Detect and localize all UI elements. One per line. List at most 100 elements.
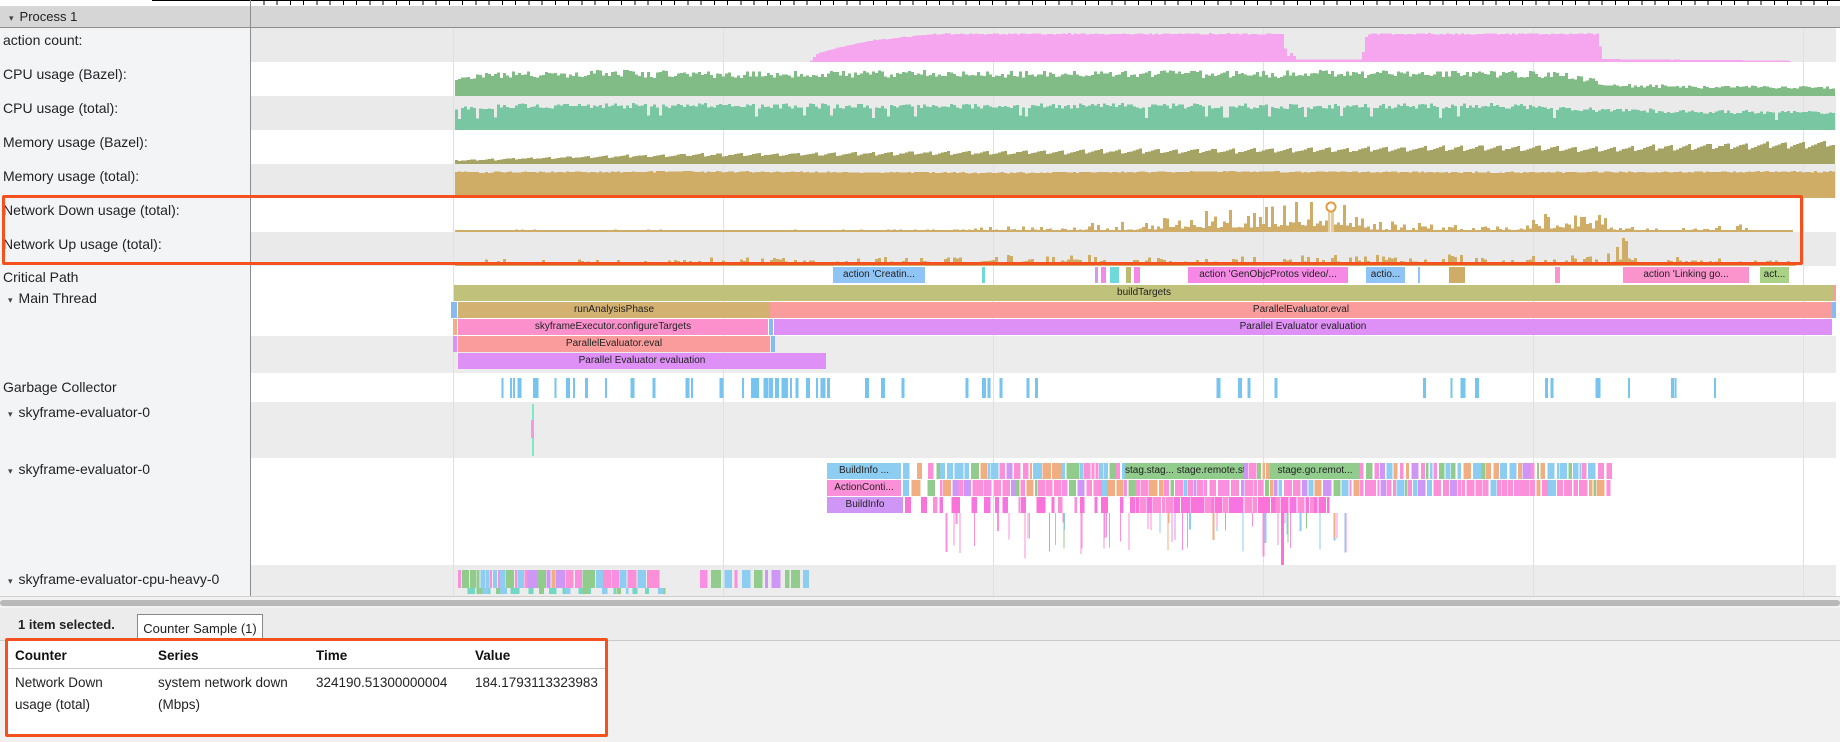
evaluator-slice[interactable]: ActionConti...: [827, 480, 901, 496]
track-name: skyframe-evaluator-0: [19, 461, 151, 477]
main-thread-slice[interactable]: ParallelEvaluator.eval: [458, 336, 770, 352]
critical-path-slice[interactable]: actio...: [1366, 267, 1405, 283]
slice-label: action 'GenObjcProtos video/...: [1199, 269, 1337, 280]
critical-path-slice[interactable]: action 'Linking go...: [1623, 267, 1749, 283]
trace-viewer: ▾Process 1 action count: CPU usage (Bazel…: [0, 0, 1840, 742]
critical-path-slice[interactable]: [1101, 267, 1106, 283]
evaluator-flame-chart[interactable]: [250, 458, 1836, 565]
main-thread-slice[interactable]: [769, 319, 773, 335]
track-name: Network Down usage (total):: [3, 202, 180, 218]
sidebar-divider[interactable]: [250, 0, 251, 596]
sidebar-track-label[interactable]: action count:: [0, 32, 251, 52]
main-thread-slice[interactable]: Parallel Evaluator evaluation: [458, 353, 826, 369]
sidebar-track-label[interactable]: ▾ skyframe-evaluator-cpu-heavy-0: [0, 571, 256, 591]
cell-counter[interactable]: Network Down usage (total): [15, 672, 140, 716]
track-area: action count: CPU usage (Bazel): CPU usage…: [0, 28, 1840, 596]
col-header-counter: Counter: [15, 648, 67, 663]
cell-value[interactable]: 184.1793113323983: [475, 672, 605, 694]
critical-path-slice[interactable]: [1110, 267, 1119, 283]
critical-path-slice[interactable]: [1126, 267, 1131, 283]
sidebar-track-label[interactable]: ▾Main Thread: [0, 290, 256, 310]
main-thread-slice[interactable]: ParallelEvaluator.eval: [770, 302, 1832, 318]
critical-path-slice[interactable]: action 'GenObjcProtos video/...: [1188, 267, 1348, 283]
main-thread-slice[interactable]: [1833, 285, 1836, 301]
slice-label: Parallel Evaluator evaluation: [1240, 321, 1367, 332]
main-thread-slice[interactable]: Parallel Evaluator evaluation: [774, 319, 1832, 335]
sidebar-track-label[interactable]: Memory usage (Bazel):: [0, 134, 251, 154]
col-header-value: Value: [475, 648, 510, 663]
col-header-series: Series: [158, 648, 199, 663]
chevron-down-icon: ▾: [9, 13, 14, 23]
chevron-down-icon: ▾: [8, 295, 13, 305]
counter-chart-mem-total[interactable]: [250, 164, 1836, 198]
chevron-down-icon: ▾: [8, 466, 13, 476]
sidebar-track-label[interactable]: Memory usage (total):: [0, 168, 251, 188]
tab-counter-sample[interactable]: Counter Sample (1): [137, 614, 263, 641]
counter-chart-action-count[interactable]: [250, 28, 1836, 62]
evaluator-slice[interactable]: BuildInfo: [827, 497, 903, 513]
track-row-background: [250, 402, 1836, 458]
track-name: skyframe-evaluator-0: [19, 404, 151, 420]
counter-chart-cpu-bazel[interactable]: [250, 62, 1836, 96]
process-header[interactable]: ▾Process 1: [0, 6, 1840, 28]
track-name: Memory usage (total):: [3, 168, 139, 184]
critical-path-slice[interactable]: [1095, 267, 1098, 283]
critical-path-slice[interactable]: [982, 267, 985, 283]
track-name: skyframe-evaluator-cpu-heavy-0: [19, 571, 220, 587]
main-thread-slice[interactable]: buildTargets: [454, 285, 1834, 301]
slice-label: act...: [1764, 269, 1786, 280]
main-thread-slice[interactable]: [771, 336, 775, 352]
slice-label: action 'Creatin...: [843, 269, 915, 280]
sidebar-track-label[interactable]: ▾ skyframe-evaluator-0: [0, 461, 256, 481]
evaluator-slice[interactable]: [531, 420, 534, 438]
slice-label: buildTargets: [1117, 287, 1171, 298]
slice-label: stag.stag... stage.remote.stage.go.remot…: [1125, 465, 1244, 476]
track-name: action count:: [3, 32, 82, 48]
slice-label: skyframeExecutor.configureTargets: [535, 321, 691, 332]
slice-label: ActionConti...: [834, 482, 893, 493]
selected-sample-marker: [1327, 203, 1336, 212]
gc-track[interactable]: [250, 373, 1836, 402]
counter-chart-mem-bazel[interactable]: [250, 130, 1836, 164]
main-thread-slice[interactable]: runAnalysisPhase: [458, 302, 770, 318]
counter-chart-network-down[interactable]: [250, 198, 1836, 232]
sidebar-track-label[interactable]: Network Up usage (total):: [0, 236, 251, 256]
track-name: Memory usage (Bazel):: [3, 134, 148, 150]
critical-path-slice[interactable]: act...: [1760, 267, 1789, 283]
critical-path-slice[interactable]: [1449, 267, 1465, 283]
sidebar-track-label[interactable]: Network Down usage (total):: [0, 202, 251, 222]
slice-label: BuildInfo ...: [839, 465, 889, 476]
sidebar-track-label[interactable]: ▾skyframe-evaluator-0: [0, 404, 256, 424]
main-thread-slice[interactable]: skyframeExecutor.configureTargets: [458, 319, 768, 335]
sidebar-track-label[interactable]: CPU usage (Bazel):: [0, 66, 251, 86]
critical-path-slice[interactable]: [1134, 267, 1140, 283]
critical-path-slice[interactable]: [1418, 267, 1420, 283]
critical-path-slice[interactable]: action 'Creatin...: [833, 267, 925, 283]
evaluator-slice[interactable]: stag.stag... stage.remote.stage.go.remot…: [1125, 463, 1244, 479]
slice-label: action 'Linking go...: [1643, 269, 1728, 280]
main-thread-slice[interactable]: [451, 302, 457, 318]
counter-chart-cpu-total[interactable]: [250, 96, 1836, 130]
chevron-down-icon: ▾: [8, 576, 13, 586]
slice-label: Parallel Evaluator evaluation: [579, 355, 706, 366]
sidebar-track-label[interactable]: CPU usage (total):: [0, 100, 251, 120]
track-name: Network Up usage (total):: [3, 236, 162, 252]
table-header-divider: [5, 668, 608, 669]
evaluator-slice[interactable]: stage.go.remot...: [1270, 463, 1360, 479]
counter-sample-table: Counter Series Time Value Network Down u…: [5, 638, 608, 737]
cell-series[interactable]: system network down (Mbps): [158, 672, 298, 716]
main-thread-slice[interactable]: [1832, 302, 1836, 318]
track-name: CPU usage (total):: [3, 100, 118, 116]
sidebar-track-label[interactable]: Garbage Collector: [0, 379, 251, 399]
main-thread-slice[interactable]: [453, 319, 457, 335]
cell-time[interactable]: 324190.51300000004: [316, 672, 466, 694]
evaluator-slice[interactable]: BuildInfo ...: [827, 463, 901, 479]
counter-chart-network-up[interactable]: [250, 232, 1836, 266]
slice-label: BuildInfo: [846, 499, 885, 510]
cpu-heavy-flame-chart[interactable]: [250, 565, 1836, 596]
scrollbar-thumb[interactable]: [0, 600, 1840, 606]
critical-path-slice[interactable]: [1555, 267, 1560, 283]
col-header-time: Time: [316, 648, 347, 663]
main-thread-slice[interactable]: [453, 336, 457, 352]
sidebar-track-label[interactable]: Critical Path: [0, 269, 251, 289]
